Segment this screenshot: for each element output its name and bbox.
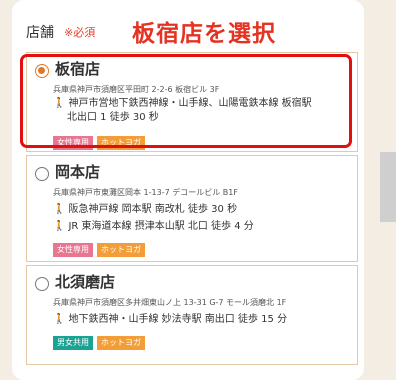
walking-person-icon: 🚶 <box>53 314 66 325</box>
required-marker: ※必須 <box>64 26 96 39</box>
store-section-label: 店舗 <box>26 25 54 41</box>
walking-person-icon: 🚶 <box>53 204 66 215</box>
store-name: 岡本店 <box>55 163 101 181</box>
access-line: JR 東海道本線 摂津本山駅 北口 徒歩 4 分 <box>68 221 254 232</box>
store-tags: 男女共用 ホットヨガ <box>53 336 145 350</box>
store-address: 兵庫県神戸市須磨区多井畑東山ノ上 13-31 G-7 モール須磨北 1F <box>53 298 287 307</box>
radio-button[interactable] <box>35 167 49 181</box>
store-name: 北須磨店 <box>55 273 116 291</box>
access-line: 地下鉄西神・山手線 妙法寺駅 南出口 徒歩 15 分 <box>68 314 288 325</box>
selection-highlight-box <box>20 54 352 148</box>
scrollbar-thumb[interactable] <box>380 152 396 222</box>
store-tags: 女性専用 ホットヨガ <box>53 243 145 257</box>
radio-button[interactable] <box>35 277 49 291</box>
store-address: 兵庫県神戸市東灘区岡本 1-13-7 デコールビル B1F <box>53 188 238 197</box>
store-option-okamoto[interactable]: 岡本店 兵庫県神戸市東灘区岡本 1-13-7 デコールビル B1F 🚶 阪急神戸線… <box>26 155 358 262</box>
tag-hot-yoga: ホットヨガ <box>97 243 145 257</box>
tag-unisex: 男女共用 <box>53 336 93 350</box>
access-line: 阪急神戸線 岡本駅 南改札 徒歩 30 秒 <box>68 204 238 215</box>
store-option-kitasuma[interactable]: 北須磨店 兵庫県神戸市須磨区多井畑東山ノ上 13-31 G-7 モール須磨北 1… <box>26 265 358 365</box>
annotation-caption: 板宿店を選択 <box>132 21 276 47</box>
walking-person-icon: 🚶 <box>53 221 66 232</box>
tag-women-only: 女性専用 <box>53 243 93 257</box>
tag-hot-yoga: ホットヨガ <box>97 336 145 350</box>
store-access: 🚶 阪急神戸線 岡本駅 南改札 徒歩 30 秒 🚶 JR 東海道本線 摂津本山駅 北… <box>53 203 254 234</box>
store-access: 🚶 地下鉄西神・山手線 妙法寺駅 南出口 徒歩 15 分 <box>53 313 287 327</box>
